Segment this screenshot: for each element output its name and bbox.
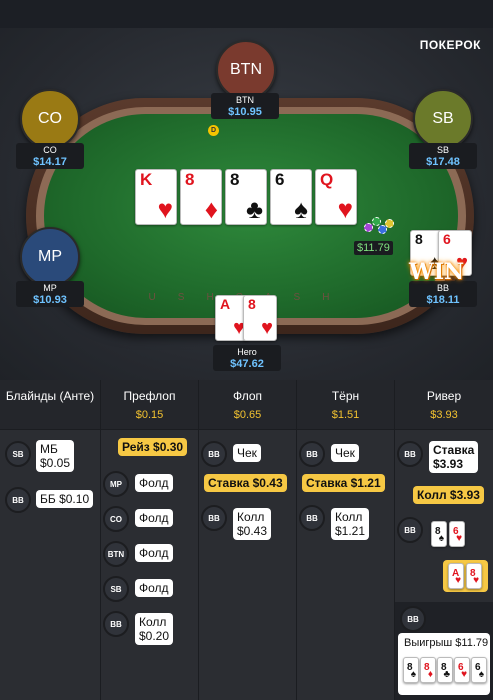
player-name: MP <box>43 283 57 293</box>
pot-chips <box>364 217 394 237</box>
action-pill: МБ $0.05 <box>36 440 75 472</box>
action-pill: Чек <box>331 444 359 462</box>
player-plate-mp: MP $10.93 <box>16 281 84 307</box>
player-stack: $14.17 <box>33 156 67 168</box>
action-avatar: SB <box>5 441 31 467</box>
action-pill: Фолд <box>135 579 173 597</box>
action-avatar: BB <box>5 487 31 513</box>
win-badge: WIN <box>409 259 465 285</box>
call-pill: Колл $3.93 <box>413 486 484 504</box>
brand-logo: ПОКЕРОК <box>419 38 481 52</box>
win-amount: Выигрыш $11.79 <box>404 637 489 649</box>
bet-pill: Ставка $1.21 <box>302 474 385 492</box>
board-card: 8 ♦ <box>180 169 222 225</box>
action-avatar: BB <box>103 611 129 637</box>
final-hand-card: 6 ♥ <box>454 657 470 683</box>
column-header: Флоп $0.65 <box>199 380 296 430</box>
player-plate-sb: SB $17.48 <box>409 143 477 169</box>
action-avatar: CO <box>103 506 129 532</box>
player-name: SB <box>436 145 449 155</box>
player-stack: $47.62 <box>230 358 264 370</box>
history-column-preflop: Префлоп $0.15 <box>101 380 199 700</box>
showdown-card: 8 ♠ <box>431 521 447 547</box>
player-stack: $10.95 <box>228 106 262 118</box>
column-header: Ривер $3.93 <box>395 380 493 430</box>
player-stack: $17.48 <box>426 156 460 168</box>
history-column-turn: Тёрн $1.51 <box>297 380 395 700</box>
action-pill: Колл $1.21 <box>331 508 370 540</box>
dealer-button: D <box>208 125 219 136</box>
column-header: Префлоп $0.15 <box>101 380 198 430</box>
player-avatar-sb[interactable]: SB <box>413 89 473 149</box>
hero-hole-card: 8 ♥ <box>243 295 277 341</box>
action-pill: Фолд <box>135 544 173 562</box>
history-column-flop: Флоп $0.65 <box>199 380 297 700</box>
player-name: CO <box>43 145 57 155</box>
action-pill: Колл $0.43 <box>233 508 272 540</box>
final-hand-card: 8 ♣ <box>437 657 453 683</box>
pot-amount: $11.79 <box>354 241 393 255</box>
player-name: Hero <box>237 347 257 357</box>
column-header: Блайнды (Анте) <box>0 380 100 430</box>
win-summary: Выигрыш $11.79 8 ♠ 8 ♦ 8 ♣ 6 ♥ 6 ♠ <box>398 633 490 695</box>
raise-pill: Рейз $0.30 <box>118 438 188 456</box>
final-hand-card: 8 ♦ <box>420 657 436 683</box>
action-avatar: BB <box>299 441 325 467</box>
showdown-card: 6 ♥ <box>449 521 465 547</box>
action-avatar: MP <box>103 471 129 497</box>
hero-showdown-bubble: A ♥ 8 ♥ <box>443 560 488 592</box>
history-column-blinds: Блайнды (Анте) <box>0 380 101 700</box>
player-avatar-mp[interactable]: MP <box>20 227 80 287</box>
player-stack: $10.93 <box>33 294 67 306</box>
action-pill: Чек <box>233 444 261 462</box>
player-avatar-co[interactable]: CO <box>20 89 80 149</box>
player-plate-btn: BTN $10.95 <box>211 93 279 119</box>
action-pill: Ставка $3.93 <box>429 441 479 473</box>
action-pill: Колл $0.20 <box>135 613 174 645</box>
player-name: BTN <box>236 95 254 105</box>
action-avatar: SB <box>103 576 129 602</box>
action-avatar: BTN <box>103 541 129 567</box>
final-hand-card: 6 ♠ <box>471 657 487 683</box>
player-stack: $18.11 <box>426 294 460 306</box>
column-header: Тёрн $1.51 <box>297 380 394 430</box>
action-pill: Фолд <box>135 509 173 527</box>
board-card: 8 ♣ <box>225 169 267 225</box>
player-avatar-btn[interactable]: BTN <box>216 40 276 100</box>
action-avatar: BB <box>400 606 426 632</box>
player-plate-co: CO $14.17 <box>16 143 84 169</box>
board-card: Q ♥ <box>315 169 357 225</box>
status-bar <box>0 0 493 28</box>
action-avatar: BB <box>397 517 423 543</box>
board-card: 6 ♠ <box>270 169 312 225</box>
action-pill: Фолд <box>135 474 173 492</box>
showdown-card: A ♥ <box>448 563 464 589</box>
final-hand-card: 8 ♠ <box>403 657 419 683</box>
showdown-card: 8 ♥ <box>466 563 482 589</box>
action-avatar: BB <box>201 505 227 531</box>
action-pill: ББ $0.10 <box>36 490 94 508</box>
board-card: K ♥ <box>135 169 177 225</box>
bet-pill: Ставка $0.43 <box>204 474 287 492</box>
action-avatar: BB <box>397 441 423 467</box>
action-avatar: BB <box>201 441 227 467</box>
action-avatar: BB <box>299 505 325 531</box>
player-plate-hero: Hero $47.62 <box>213 345 281 371</box>
